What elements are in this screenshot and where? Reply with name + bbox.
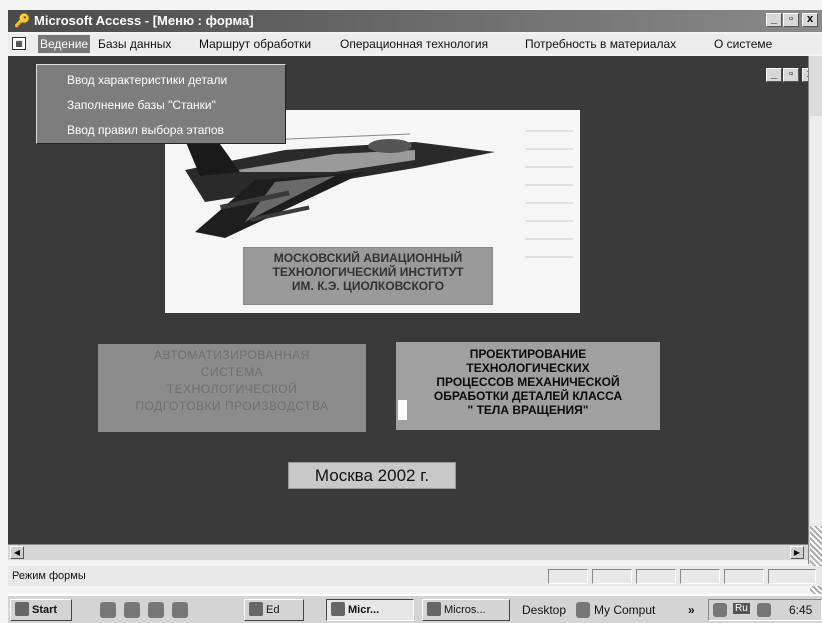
- internet-explorer-icon[interactable]: [172, 602, 188, 618]
- menu-vedenie[interactable]: Ведение: [38, 35, 91, 53]
- language-indicator[interactable]: Ru: [733, 603, 750, 614]
- child-minimize-button[interactable]: _: [766, 68, 782, 82]
- menu-item-fill-machines-db[interactable]: Заполнение базы "Станки": [67, 98, 216, 112]
- text-cursor-mark: [398, 400, 407, 420]
- desktop-toolbar-label[interactable]: Desktop: [522, 603, 566, 617]
- status-pane: [680, 569, 720, 584]
- project-line-1: ПРОЕКТИРОВАНИЕ: [469, 347, 587, 361]
- faint-background-text: [525, 130, 573, 260]
- menu-operation-tech[interactable]: Операционная технология: [340, 37, 488, 51]
- vertical-scrollbar[interactable]: [808, 56, 822, 596]
- minimize-button[interactable]: _: [766, 13, 782, 27]
- scroll-left-arrow-icon[interactable]: ◀: [10, 546, 24, 559]
- menu-about[interactable]: О системе: [714, 37, 772, 51]
- access-icon: [331, 602, 345, 616]
- access-key-icon[interactable]: 🔑: [14, 13, 30, 28]
- form-icon[interactable]: ▦: [12, 37, 26, 50]
- channels-icon[interactable]: [148, 602, 164, 618]
- system-line-4: ПОДГОТОВКИ ПРОИЗВОДСТВА: [135, 399, 329, 413]
- start-button[interactable]: Start: [10, 599, 72, 621]
- title-bar[interactable]: 🔑 Microsoft Access - [Меню : форма] _ ▫ …: [8, 10, 822, 32]
- menu-item-stage-rules[interactable]: Ввод правил выбора этапов: [67, 123, 224, 137]
- system-tray: Ru 6:45: [708, 599, 822, 621]
- start-label: Start: [32, 604, 58, 616]
- status-pane: [768, 569, 816, 584]
- system-name-box: АВТОМАТИЗИРОВАННАЯ СИСТЕМА ТЕХНОЛОГИЧЕСК…: [98, 344, 366, 432]
- desktop-icon[interactable]: [124, 602, 140, 618]
- tray-printer-icon[interactable]: [757, 603, 771, 617]
- taskbar-access[interactable]: Micr...: [326, 599, 414, 621]
- taskbar-word-label: Micros...: [444, 604, 486, 616]
- project-title-box: ПРОЕКТИРОВАНИЕ ТЕХНОЛОГИЧЕСКИХ ПРОЦЕССОВ…: [396, 342, 660, 430]
- folder-icon: [249, 602, 263, 616]
- status-mode: Режим формы: [12, 570, 86, 582]
- close-button[interactable]: x: [802, 13, 818, 27]
- child-restore-button[interactable]: ▫: [783, 68, 799, 82]
- word-icon: [427, 602, 441, 616]
- horizontal-scrollbar[interactable]: ◀ ▶: [8, 544, 808, 560]
- menu-bar: ▦ Ведение Базы данных Маршрут обработки …: [8, 34, 822, 54]
- city-year-label: Москва 2002 г.: [288, 462, 456, 489]
- my-computer-label[interactable]: My Comput: [594, 603, 655, 617]
- status-bar: Режим формы: [8, 566, 822, 586]
- system-line-2: СИСТЕМА: [200, 365, 264, 379]
- project-line-3: ПРОЦЕССОВ МЕХАНИЧЕСКОЙ: [436, 375, 620, 389]
- menu-databases[interactable]: Базы данных: [98, 37, 171, 51]
- window-title: Microsoft Access - [Меню : форма]: [34, 13, 254, 28]
- clock[interactable]: 6:45: [789, 603, 812, 617]
- explorer-icon[interactable]: [100, 602, 116, 618]
- status-pane: [548, 569, 588, 584]
- taskbar-ed[interactable]: Ed: [244, 599, 304, 621]
- taskbar-access-label: Micr...: [348, 604, 380, 616]
- scroll-right-arrow-icon[interactable]: ▶: [790, 546, 804, 559]
- project-line-4: ОБРАБОТКИ ДЕТАЛЕЙ КЛАССА: [433, 389, 623, 403]
- project-line-5: " ТЕЛА ВРАЩЕНИЯ": [467, 403, 589, 417]
- status-pane: [724, 569, 764, 584]
- system-line-3: ТЕХНОЛОГИЧЕСКОЙ: [166, 382, 298, 396]
- my-computer-icon[interactable]: [576, 602, 590, 618]
- taskbar-word[interactable]: Micros...: [422, 599, 510, 621]
- taskbar-ed-label: Ed: [266, 604, 280, 616]
- toolbar-overflow-chevron[interactable]: »: [688, 603, 695, 617]
- windows-logo-icon: [15, 602, 29, 616]
- vedenie-dropdown: Ввод характеристики детали Заполнение ба…: [36, 64, 286, 144]
- institute-line-2: ТЕХНОЛОГИЧЕСКИЙ ИНСТИТУТ: [272, 265, 464, 279]
- taskbar: Start Ed Micr... Micros... Desktop My Co…: [8, 594, 822, 623]
- system-line-1: АВТОМАТИЗИРОВАННАЯ: [154, 348, 310, 362]
- status-pane: [592, 569, 632, 584]
- project-line-2: ТЕХНОЛОГИЧЕСКИХ: [466, 361, 590, 375]
- menu-route[interactable]: Маршрут обработки: [199, 37, 311, 51]
- institute-line-3: ИМ. К.Э. ЦИОЛКОВСКОГО: [291, 279, 445, 293]
- institute-plaque: МОСКОВСКИЙ АВИАЦИОННЫЙ ТЕХНОЛОГИЧЕСКИЙ И…: [243, 247, 493, 305]
- vertical-scroll-thumb[interactable]: [810, 116, 822, 526]
- menu-item-part-characteristics[interactable]: Ввод характеристики детали: [67, 73, 227, 87]
- restore-button[interactable]: ▫: [783, 13, 799, 27]
- institute-line-1: МОСКОВСКИЙ АВИАЦИОННЫЙ: [273, 251, 463, 265]
- menu-materials[interactable]: Потребность в материалах: [525, 37, 676, 51]
- tray-network-icon[interactable]: [713, 603, 727, 617]
- status-pane: [636, 569, 676, 584]
